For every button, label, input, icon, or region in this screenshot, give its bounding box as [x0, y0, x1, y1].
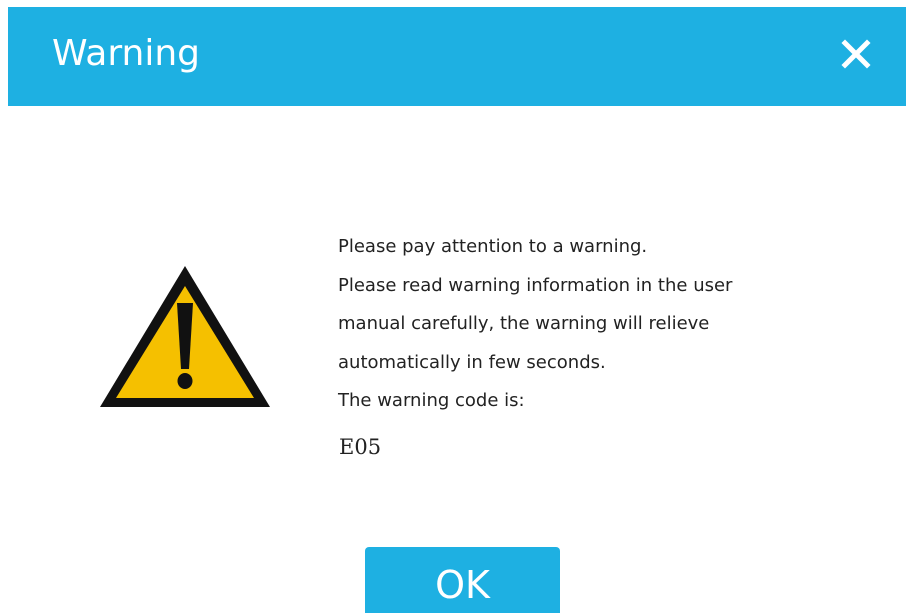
dialog-title: Warning [52, 33, 201, 74]
message-line: Please read warning information in the u… [338, 274, 733, 296]
message-line: automatically in few seconds. [338, 351, 606, 373]
title-bar: Warning [8, 7, 906, 106]
close-icon [841, 39, 871, 69]
warning-message: Please pay attention to a warning. Pleas… [338, 228, 818, 421]
warning-triangle-icon [100, 266, 270, 407]
warning-code: E05 [339, 435, 382, 459]
message-line: Please pay attention to a warning. [338, 236, 648, 257]
message-line: The warning code is: [338, 390, 525, 411]
ok-button[interactable]: OK [365, 547, 560, 613]
message-line: manual carefully, the warning will relie… [338, 313, 710, 334]
close-button[interactable] [836, 34, 876, 74]
warning-dialog: Warning Please pay attention to a warnin… [0, 0, 906, 613]
